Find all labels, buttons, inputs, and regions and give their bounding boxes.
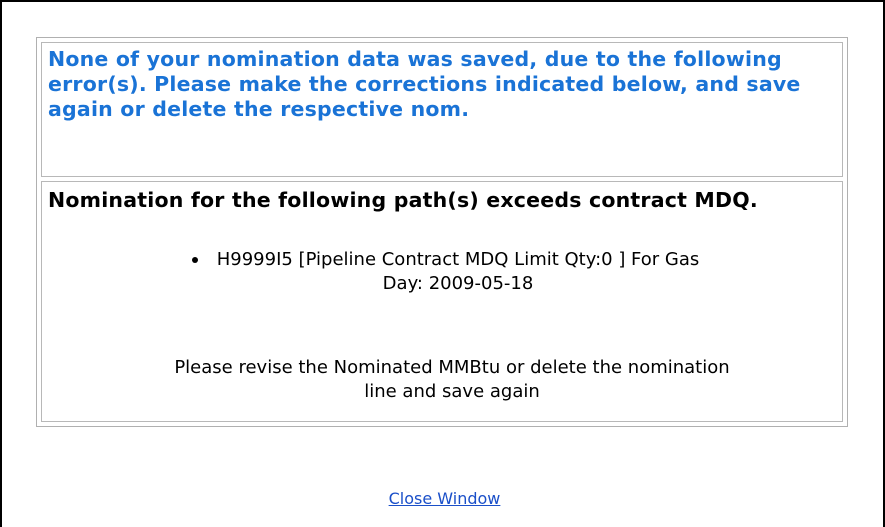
- footer: Close Window: [2, 489, 885, 509]
- error-message-table: None of your nomination data was saved, …: [36, 37, 848, 427]
- list-item: H9999I5 [Pipeline Contract MDQ Limit Qty…: [192, 248, 712, 296]
- error-detail-cell: Nomination for the following path(s) exc…: [41, 181, 843, 422]
- violation-list: H9999I5 [Pipeline Contract MDQ Limit Qty…: [192, 248, 712, 296]
- path-error-title: Nomination for the following path(s) exc…: [48, 188, 758, 212]
- revise-instruction: Please revise the Nominated MMBtu or del…: [174, 357, 730, 402]
- violation-text: H9999I5 [Pipeline Contract MDQ Limit Qty…: [216, 249, 700, 294]
- close-window-link[interactable]: Close Window: [389, 489, 501, 508]
- bullet-icon: [192, 257, 198, 263]
- popup-window: None of your nomination data was saved, …: [0, 0, 885, 527]
- error-summary-cell: None of your nomination data was saved, …: [41, 42, 843, 177]
- error-summary-text: None of your nomination data was saved, …: [48, 47, 801, 121]
